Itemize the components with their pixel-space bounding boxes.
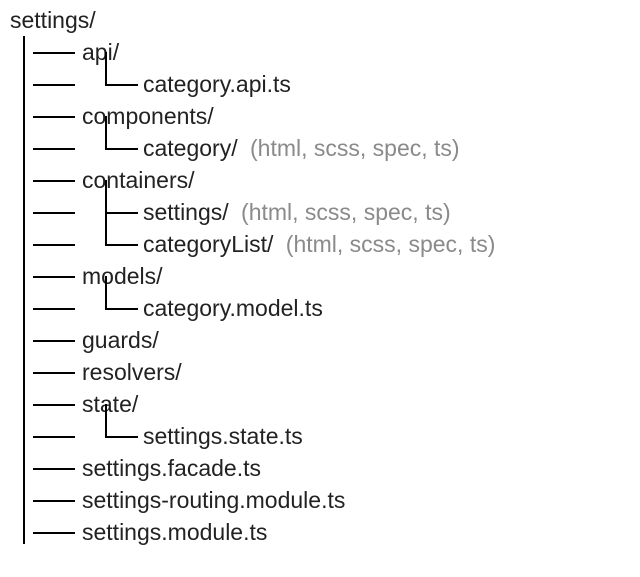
folder-containers-settings: settings/ (html, scss, spec, ts) xyxy=(143,196,451,228)
branch-line xyxy=(33,84,75,86)
folder-state: state/ xyxy=(82,388,138,420)
file-types-note: (html, scss, spec, ts) xyxy=(241,199,451,225)
folder-label: categoryList/ xyxy=(143,231,273,257)
tree-row-resolvers: resolvers/ xyxy=(10,356,640,388)
child-vline xyxy=(105,52,107,84)
file-settings-routing: settings-routing.module.ts xyxy=(82,484,345,516)
branch-line xyxy=(33,180,75,182)
branch-line xyxy=(33,404,75,406)
child-hline xyxy=(105,436,138,438)
child-hline xyxy=(105,244,138,246)
branch-line xyxy=(33,340,75,342)
branch-line xyxy=(33,436,75,438)
file-api-category: category.api.ts xyxy=(143,68,291,100)
tree-row-api-file: category.api.ts xyxy=(10,68,640,100)
folder-components: components/ xyxy=(82,100,214,132)
branch-line xyxy=(33,276,75,278)
branch-line xyxy=(33,500,75,502)
folder-label: category/ xyxy=(143,135,238,161)
branch-line xyxy=(33,372,75,374)
branch-line xyxy=(33,148,75,150)
tree-row-routing: settings-routing.module.ts xyxy=(10,484,640,516)
tree-row-guards: guards/ xyxy=(10,324,640,356)
child-hline xyxy=(105,84,138,86)
tree-row-root: settings/ xyxy=(10,4,640,36)
folder-api: api/ xyxy=(82,36,119,68)
tree-row-containers-settings: settings/ (html, scss, spec, ts) xyxy=(10,196,640,228)
folder-models: models/ xyxy=(82,260,163,292)
file-settings-module: settings.module.ts xyxy=(82,516,267,548)
folder-guards: guards/ xyxy=(82,324,159,356)
branch-line xyxy=(33,116,75,118)
file-types-note: (html, scss, spec, ts) xyxy=(250,135,460,161)
branch-line xyxy=(33,244,75,246)
child-vline xyxy=(105,276,107,308)
branch-line xyxy=(33,308,75,310)
branch-line xyxy=(33,212,75,214)
tree-row-facade: settings.facade.ts xyxy=(10,452,640,484)
directory-tree: settings/ api/ category.api.ts component… xyxy=(0,0,640,548)
folder-containers: containers/ xyxy=(82,164,195,196)
tree-row-containers-categorylist: categoryList/ (html, scss, spec, ts) xyxy=(10,228,640,260)
folder-resolvers: resolvers/ xyxy=(82,356,182,388)
file-category-model: category.model.ts xyxy=(143,292,323,324)
folder-components-category: category/ (html, scss, spec, ts) xyxy=(143,132,460,164)
child-hline xyxy=(105,148,138,150)
file-types-note: (html, scss, spec, ts) xyxy=(286,231,496,257)
branch-line xyxy=(33,52,75,54)
tree-row-models-file: category.model.ts xyxy=(10,292,640,324)
file-settings-facade: settings.facade.ts xyxy=(82,452,261,484)
child-vline xyxy=(105,404,107,436)
child-vline xyxy=(105,116,107,148)
branch-line xyxy=(33,532,75,534)
root-folder: settings/ xyxy=(10,4,96,36)
folder-containers-categorylist: categoryList/ (html, scss, spec, ts) xyxy=(143,228,495,260)
folder-label: settings/ xyxy=(143,199,229,225)
tree-row-module: settings.module.ts xyxy=(10,516,640,548)
branch-line xyxy=(33,468,75,470)
file-settings-state: settings.state.ts xyxy=(143,420,303,452)
tree-row-state-file: settings.state.ts xyxy=(10,420,640,452)
child-hline xyxy=(105,308,138,310)
child-hline xyxy=(105,212,138,214)
tree-row-components-category: category/ (html, scss, spec, ts) xyxy=(10,132,640,164)
